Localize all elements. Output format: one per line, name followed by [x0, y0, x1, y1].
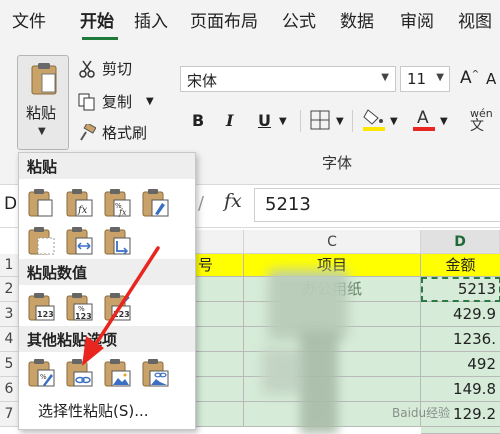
paste-label: 粘贴 — [26, 104, 57, 122]
paste-values-icon[interactable]: 123 — [26, 292, 56, 322]
row-header[interactable]: 2 — [0, 277, 18, 302]
phonetic-char: 文 — [470, 118, 484, 134]
tab-review[interactable]: 审阅 — [400, 12, 434, 32]
font-size-select[interactable]: 11 ▼ — [400, 66, 450, 92]
blurred-region — [262, 348, 304, 394]
format-painter-label: 格式刷 — [102, 124, 148, 142]
cell-d8[interactable] — [421, 427, 500, 434]
copy-button[interactable]: 复制 ▼ — [78, 91, 154, 112]
phonetic-guide-button[interactable]: wén 文 — [470, 108, 493, 134]
fill-color-icon[interactable] — [362, 106, 386, 132]
formula-input[interactable]: 5213 — [254, 188, 500, 222]
tab-home[interactable]: 开始 — [80, 12, 114, 32]
cancel-icon[interactable]: / — [198, 193, 204, 214]
row-header[interactable]: 3 — [0, 302, 18, 327]
section-paste: 粘贴 — [19, 153, 195, 179]
cell-d5[interactable]: 492 — [421, 352, 500, 377]
tab-view[interactable]: 视图 — [458, 12, 492, 32]
paste-link-icon[interactable] — [64, 358, 94, 388]
underline-button[interactable]: U — [258, 111, 271, 130]
divider — [352, 110, 353, 132]
blurred-region — [300, 330, 338, 434]
section-paste-values: 粘贴数值 — [19, 259, 195, 285]
active-tab-indicator — [82, 37, 118, 40]
keep-source-formatting-icon[interactable] — [140, 188, 170, 218]
row-header[interactable]: 4 — [0, 327, 18, 352]
font-name-select[interactable]: 宋体 ▼ — [180, 66, 396, 92]
section-other-paste-options: 其他粘贴选项 — [19, 326, 195, 352]
svg-text:A: A — [417, 108, 429, 128]
chevron-down-icon[interactable]: ▼ — [336, 116, 344, 127]
name-box[interactable]: D — [4, 194, 17, 214]
italic-button[interactable]: I — [226, 111, 233, 130]
chevron-down-icon[interactable]: ▼ — [440, 116, 448, 127]
watermark: Baidu经验 — [392, 406, 451, 420]
cell-d4[interactable]: 1236. — [421, 327, 500, 352]
bold-button[interactable]: B — [192, 111, 204, 130]
chevron-down-icon: ▼ — [381, 72, 389, 83]
font-name-value: 宋体 — [187, 72, 218, 90]
copy-icon — [78, 93, 95, 110]
divider — [300, 110, 301, 132]
copy-chevron-icon[interactable]: ▼ — [146, 96, 154, 107]
paste-formulas-number-format-icon[interactable]: % fx — [102, 188, 132, 218]
grow-font-label: A — [460, 68, 472, 88]
clipboard-icon — [31, 63, 57, 95]
format-painter-icon — [80, 123, 96, 141]
chevron-down-icon: ▼ — [436, 72, 444, 83]
tab-formulas[interactable]: 公式 — [282, 12, 316, 32]
svg-text:123: 123 — [113, 310, 130, 319]
svg-text:123: 123 — [37, 310, 54, 319]
svg-text:123: 123 — [75, 312, 92, 321]
cell-d1[interactable]: 金额 — [421, 254, 500, 277]
svg-text:%: % — [40, 373, 47, 381]
border-icon[interactable] — [310, 110, 330, 130]
column-header-c[interactable]: C — [244, 230, 421, 254]
keep-column-widths-icon[interactable] — [64, 226, 94, 256]
tab-insert[interactable]: 插入 — [134, 12, 168, 32]
font-size-value: 11 — [407, 70, 427, 88]
menu-bar: 文件 开始 插入 页面布局 公式 数据 审阅 视图 — [0, 0, 500, 44]
insert-function-button[interactable]: fx — [224, 190, 242, 212]
font-group-label: 字体 — [322, 154, 353, 172]
scissors-icon — [79, 60, 95, 78]
column-header-d[interactable]: D — [421, 230, 500, 254]
increase-font-size-button[interactable]: A^ — [460, 68, 479, 88]
row-header[interactable]: 6 — [0, 377, 18, 402]
paste-icon[interactable] — [26, 188, 56, 218]
chevron-down-icon[interactable]: ▼ — [390, 116, 398, 127]
paste-formatting-icon[interactable]: % — [26, 358, 56, 388]
shrink-font-label: A — [486, 70, 497, 88]
active-cell-marquee — [421, 277, 500, 302]
paste-values-number-format-icon[interactable]: % 123 — [64, 292, 94, 322]
linked-picture-icon[interactable] — [140, 358, 170, 388]
row-header[interactable]: 7 — [0, 402, 18, 427]
paste-special-item[interactable]: 选择性粘贴(S)... — [38, 400, 149, 421]
row-header[interactable]: 5 — [0, 352, 18, 377]
chevron-down-icon[interactable]: ▼ — [279, 116, 287, 127]
cell-d3[interactable]: 429.9 — [421, 302, 500, 327]
tab-page-layout[interactable]: 页面布局 — [190, 12, 258, 32]
transpose-icon[interactable] — [102, 226, 132, 256]
paste-values-source-formatting-icon[interactable]: 123 — [102, 292, 132, 322]
cut-label: 剪切 — [102, 60, 133, 78]
chevron-down-icon[interactable]: ▼ — [38, 126, 46, 137]
copy-label: 复制 — [102, 93, 133, 111]
decrease-font-size-button[interactable]: A — [486, 70, 496, 88]
format-painter-button[interactable]: 格式刷 — [78, 122, 147, 143]
cut-button[interactable]: 剪切 — [78, 58, 132, 79]
paste-button[interactable]: 粘贴 ▼ — [17, 55, 69, 150]
row-header[interactable]: 1 — [0, 254, 18, 277]
no-borders-icon[interactable] — [26, 226, 56, 256]
paste-picture-icon[interactable] — [102, 358, 132, 388]
paste-formulas-icon[interactable]: fx — [64, 188, 94, 218]
svg-text:fx: fx — [77, 205, 88, 216]
svg-text:fx: fx — [118, 208, 127, 217]
cell-d6[interactable]: 149.8 — [421, 377, 500, 402]
tab-data[interactable]: 数据 — [340, 12, 374, 32]
font-color-icon[interactable]: A — [412, 106, 436, 132]
tab-file[interactable]: 文件 — [12, 12, 46, 32]
